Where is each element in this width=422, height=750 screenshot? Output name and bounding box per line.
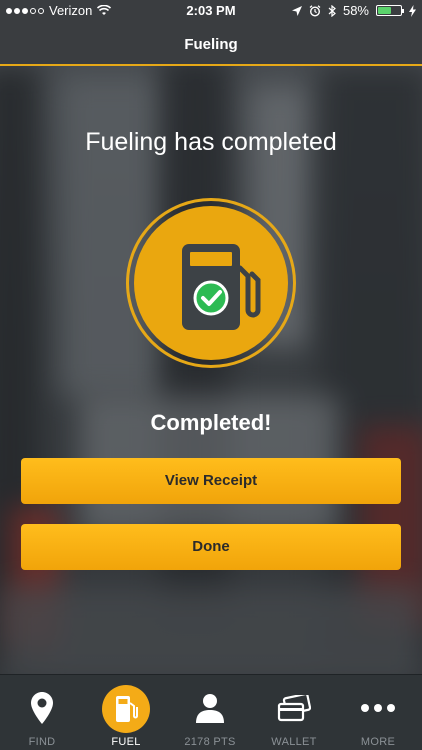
more-dots-icon bbox=[361, 704, 395, 712]
tab-more[interactable]: MORE bbox=[336, 675, 420, 750]
tab-bar: FIND FUEL 2178 PTS WALLET MORE bbox=[0, 674, 422, 750]
battery-icon bbox=[376, 5, 404, 16]
location-arrow-icon bbox=[291, 5, 302, 16]
status-right: 58% bbox=[291, 3, 416, 18]
status-bar: Verizon 2:03 PM 58% bbox=[0, 0, 422, 22]
tab-find[interactable]: FIND bbox=[0, 675, 84, 750]
done-button[interactable]: Done bbox=[21, 524, 401, 570]
tab-points[interactable]: 2178 PTS bbox=[168, 675, 252, 750]
completed-label: Completed! bbox=[150, 410, 272, 435]
top-bar: Verizon 2:03 PM 58% Fueling bbox=[0, 0, 422, 66]
completion-headline: Fueling has completed bbox=[85, 128, 337, 156]
fuel-pump-check-icon bbox=[182, 244, 261, 330]
tab-label: FIND bbox=[28, 736, 56, 748]
battery-percent: 58% bbox=[342, 3, 369, 18]
fuel-pump-icon bbox=[116, 696, 138, 722]
cards-icon bbox=[277, 695, 311, 722]
map-pin-icon bbox=[31, 692, 53, 724]
tab-wallet[interactable]: WALLET bbox=[252, 675, 336, 750]
person-icon bbox=[196, 694, 224, 723]
alarm-clock-icon bbox=[309, 4, 321, 17]
page-title: Fueling bbox=[184, 36, 238, 53]
tab-label: FUEL bbox=[111, 736, 141, 748]
tab-label: 2178 PTS bbox=[184, 736, 236, 748]
tab-label: MORE bbox=[360, 736, 396, 748]
charging-bolt-icon bbox=[409, 4, 416, 17]
view-receipt-button[interactable]: View Receipt bbox=[21, 458, 401, 504]
tab-fuel[interactable]: FUEL bbox=[84, 675, 168, 750]
background-photo bbox=[0, 66, 422, 674]
tab-label: WALLET bbox=[271, 736, 317, 748]
bluetooth-icon bbox=[328, 4, 336, 17]
fuel-status-badge bbox=[126, 198, 296, 368]
